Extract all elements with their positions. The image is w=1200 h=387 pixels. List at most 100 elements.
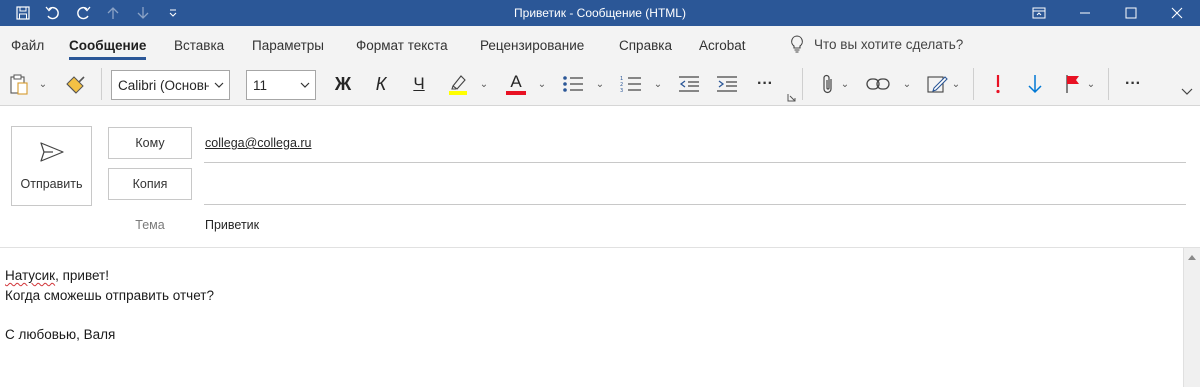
collapse-ribbon-button[interactable]: [1178, 84, 1196, 100]
tab-file[interactable]: Файл: [11, 26, 44, 62]
numbered-list-icon: 123: [620, 76, 641, 93]
more-basic-text-button[interactable]: ···: [752, 70, 778, 98]
tell-me-text: Что вы хотите сделать?: [814, 36, 964, 52]
ribbon-tabs: Файл Сообщение Вставка Параметры Формат …: [0, 26, 1200, 62]
ribbon-toolbar: ⌄ Calibri (Основн 11 Ж К Ч ⌄ A ⌄ ⌄ 123 ⌄…: [0, 62, 1200, 106]
chevron-down-icon: ⌄: [479, 78, 489, 90]
decrease-indent-icon: [679, 76, 699, 92]
customize-toolbar-icon[interactable]: [158, 0, 188, 26]
bullets-dropdown[interactable]: ⌄: [593, 70, 607, 98]
message-body[interactable]: Натусик, привет! Когда сможешь отправить…: [0, 248, 1183, 387]
clipboard-icon: [10, 74, 28, 95]
undo-icon[interactable]: [38, 0, 68, 26]
high-importance-button[interactable]: [986, 70, 1010, 98]
underline-button[interactable]: Ч: [406, 70, 432, 98]
more-commands-button[interactable]: ···: [1120, 70, 1146, 98]
increase-indent-icon: [717, 76, 737, 92]
signature-dropdown[interactable]: ⌄: [950, 70, 962, 98]
link-dropdown[interactable]: ⌄: [900, 70, 914, 98]
font-color-letter: A: [510, 72, 522, 91]
arrow-up-icon[interactable]: [98, 0, 128, 26]
format-painter-icon: [66, 76, 85, 94]
font-color-button[interactable]: A: [502, 70, 530, 98]
arrow-down-icon[interactable]: [128, 0, 158, 26]
decrease-indent-button[interactable]: [676, 70, 702, 98]
greeting-rest: , привет!: [55, 268, 109, 283]
chevron-down-icon: ⌄: [902, 78, 912, 90]
chevron-down-icon: ⌄: [840, 78, 850, 90]
font-size-select[interactable]: 11: [246, 70, 316, 100]
bold-button[interactable]: Ж: [330, 70, 356, 98]
attach-file-dropdown[interactable]: ⌄: [838, 70, 852, 98]
vertical-scrollbar[interactable]: [1183, 248, 1200, 387]
ribbon-display-options-icon[interactable]: [1016, 0, 1062, 26]
send-label: Отправить: [20, 177, 83, 191]
tab-review[interactable]: Рецензирование: [480, 26, 584, 62]
font-color-dropdown[interactable]: ⌄: [535, 70, 549, 98]
exclamation-icon: [996, 75, 1000, 94]
paperclip-icon: [823, 74, 832, 94]
close-icon[interactable]: [1154, 0, 1200, 26]
misspelled-word[interactable]: Натусик: [5, 268, 55, 283]
window-controls: [1016, 0, 1200, 26]
subject-field[interactable]: Приветик: [205, 218, 259, 232]
highlight-button[interactable]: [444, 70, 472, 98]
tab-message[interactable]: Сообщение: [69, 26, 147, 62]
chevron-down-icon: ⌄: [653, 78, 663, 90]
flag-icon: [1066, 75, 1079, 93]
font-size-value: 11: [253, 77, 268, 93]
paste-button[interactable]: [6, 70, 32, 98]
highlight-dropdown[interactable]: ⌄: [477, 70, 491, 98]
flag-dropdown[interactable]: ⌄: [1085, 70, 1097, 98]
numbering-button[interactable]: 123: [618, 70, 644, 98]
italic-button[interactable]: К: [368, 70, 394, 98]
chevron-down-icon: [295, 82, 315, 88]
tell-me-search[interactable]: Что вы хотите сделать?: [790, 26, 963, 62]
to-button[interactable]: Кому: [108, 127, 192, 159]
quick-access-toolbar: [0, 0, 188, 26]
to-field[interactable]: collega@collega.ru: [205, 136, 312, 150]
tab-help[interactable]: Справка: [619, 26, 672, 62]
follow-up-flag-button[interactable]: [1061, 70, 1085, 98]
bullets-button[interactable]: [560, 70, 586, 98]
chevron-down-icon: [1181, 88, 1193, 95]
link-button[interactable]: [865, 70, 891, 98]
tab-acrobat[interactable]: Acrobat: [699, 26, 746, 62]
to-field-underline: [204, 162, 1186, 163]
separator: [802, 68, 803, 100]
minimize-icon[interactable]: [1062, 0, 1108, 26]
cc-field[interactable]: [205, 176, 1185, 198]
scroll-up-icon[interactable]: [1184, 250, 1200, 264]
dialog-launcher-icon: [787, 93, 795, 101]
tab-insert[interactable]: Вставка: [174, 26, 224, 62]
numbering-dropdown[interactable]: ⌄: [651, 70, 665, 98]
save-icon[interactable]: [8, 0, 38, 26]
basic-text-dialog-launcher[interactable]: [785, 90, 797, 104]
link-icon: [866, 78, 890, 90]
send-icon: [40, 142, 64, 162]
chevron-down-icon: ⌄: [537, 78, 547, 90]
title-bar: Приветик - Сообщение (HTML): [0, 0, 1200, 26]
chevron-down-icon: [209, 82, 229, 88]
low-importance-button[interactable]: [1023, 70, 1047, 98]
increase-indent-button[interactable]: [714, 70, 740, 98]
format-painter-button[interactable]: [62, 70, 88, 98]
chevron-down-icon: ⌄: [38, 78, 48, 90]
redo-icon[interactable]: [68, 0, 98, 26]
font-name-value: Calibri (Основн: [118, 77, 209, 93]
separator: [1108, 68, 1109, 100]
signature-button[interactable]: [925, 70, 951, 98]
maximize-icon[interactable]: [1108, 0, 1154, 26]
tab-options[interactable]: Параметры: [252, 26, 324, 62]
cc-button[interactable]: Копия: [108, 168, 192, 200]
chevron-down-icon: ⌄: [595, 78, 605, 90]
send-button[interactable]: Отправить: [11, 126, 92, 206]
chevron-down-icon: ⌄: [1086, 78, 1096, 90]
bulleted-list-icon: [563, 76, 583, 92]
body-line-greeting: Натусик, привет!: [5, 268, 109, 283]
cc-field-underline: [204, 204, 1186, 205]
paste-options-dropdown[interactable]: ⌄: [36, 70, 50, 98]
tab-format-text[interactable]: Формат текста: [356, 26, 448, 62]
font-name-select[interactable]: Calibri (Основн: [111, 70, 230, 100]
svg-text:3: 3: [620, 88, 623, 93]
